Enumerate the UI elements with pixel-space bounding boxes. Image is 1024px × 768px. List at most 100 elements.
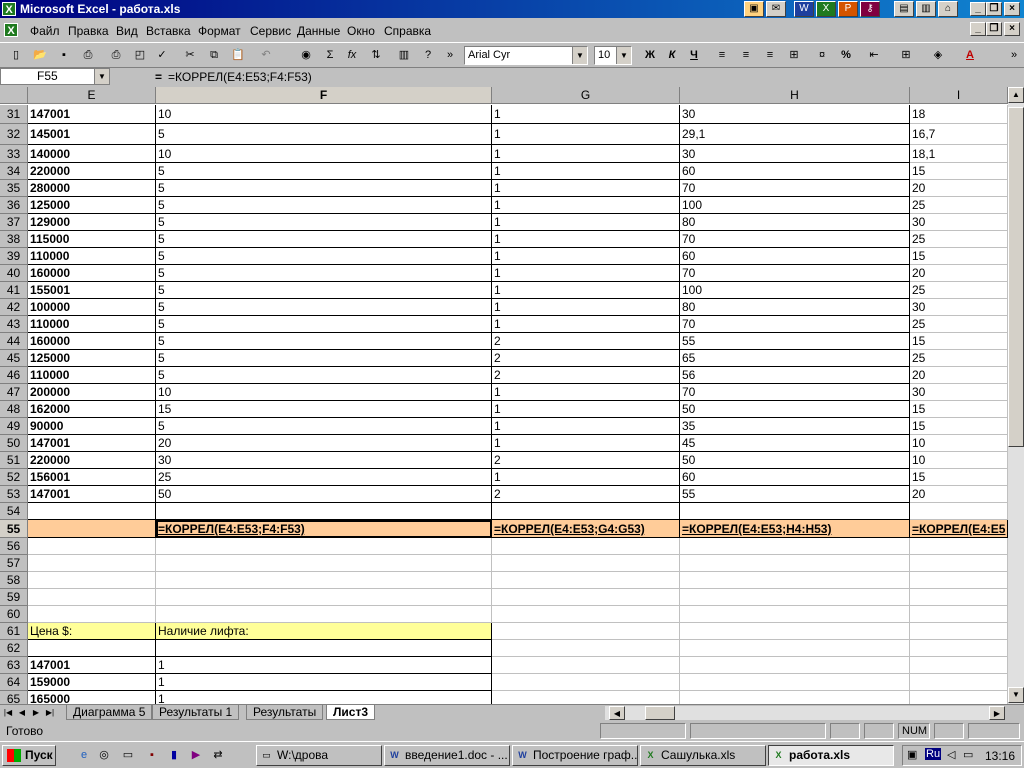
- cell-f48[interactable]: 15: [156, 401, 492, 418]
- cell-g47[interactable]: 1: [492, 384, 680, 401]
- cell-g58[interactable]: [492, 572, 680, 589]
- cell-g48[interactable]: 1: [492, 401, 680, 418]
- menu-file[interactable]: Файл: [30, 24, 60, 38]
- chart-wizard-icon[interactable]: ▥: [394, 46, 414, 65]
- row-header[interactable]: 36: [0, 197, 28, 214]
- align-right-icon[interactable]: ≡: [760, 46, 780, 65]
- cell-h35[interactable]: 70: [680, 180, 910, 197]
- minimize-button[interactable]: _: [970, 2, 986, 16]
- cell-e32[interactable]: 145001: [28, 124, 156, 145]
- cell-h57[interactable]: [680, 555, 910, 572]
- cell-h38[interactable]: 70: [680, 231, 910, 248]
- cell-e65[interactable]: 165000: [28, 691, 156, 704]
- word-icon[interactable]: W: [794, 1, 814, 17]
- cell-f49[interactable]: 5: [156, 418, 492, 435]
- menu-insert[interactable]: Вставка: [146, 24, 191, 38]
- next-sheet-icon[interactable]: ▶: [30, 706, 42, 719]
- sheet-tab-sheet3[interactable]: Лист3: [326, 705, 376, 720]
- row-header[interactable]: 55: [0, 520, 28, 538]
- underline-button[interactable]: Ч: [684, 46, 704, 65]
- name-box[interactable]: F55 ▼: [0, 68, 110, 85]
- book-icon[interactable]: ▮: [166, 747, 182, 763]
- sheet-tab-results1[interactable]: Результаты 1: [152, 705, 240, 720]
- cell-f64[interactable]: 1: [156, 674, 492, 691]
- row-header[interactable]: 64: [0, 674, 28, 691]
- language-indicator[interactable]: Ru: [925, 748, 942, 760]
- cell-e53[interactable]: 147001: [28, 486, 156, 503]
- row-header[interactable]: 60: [0, 606, 28, 623]
- binder-icon[interactable]: ▥: [916, 1, 936, 17]
- cell-i52[interactable]: 15: [910, 469, 1008, 486]
- cell-e57[interactable]: [28, 555, 156, 572]
- vertical-scrollbar[interactable]: ▲ ▼: [1008, 87, 1024, 704]
- cell-f62[interactable]: [156, 640, 492, 657]
- cell-f32[interactable]: 5: [156, 124, 492, 145]
- disk-icon[interactable]: ▪: [144, 747, 160, 763]
- cell-h46[interactable]: 56: [680, 367, 910, 384]
- row-header[interactable]: 41: [0, 282, 28, 299]
- cell-g40[interactable]: 1: [492, 265, 680, 282]
- cell-e47[interactable]: 200000: [28, 384, 156, 401]
- cell-e62[interactable]: [28, 640, 156, 657]
- sheet-tab-diagram5[interactable]: Диаграмма 5: [66, 705, 153, 720]
- document-icon[interactable]: X: [4, 23, 18, 37]
- cell-i65[interactable]: [910, 691, 1008, 704]
- cell-e59[interactable]: [28, 589, 156, 606]
- cell-h36[interactable]: 100: [680, 197, 910, 214]
- cell-e61[interactable]: Цена $:: [28, 623, 156, 640]
- cell-e48[interactable]: 162000: [28, 401, 156, 418]
- cell-i57[interactable]: [910, 555, 1008, 572]
- cell-g60[interactable]: [492, 606, 680, 623]
- cell-e31[interactable]: 147001: [28, 105, 156, 124]
- open-icon[interactable]: 📂: [30, 46, 50, 65]
- cell-f37[interactable]: 5: [156, 214, 492, 231]
- cell-f34[interactable]: 5: [156, 163, 492, 180]
- cell-g49[interactable]: 1: [492, 418, 680, 435]
- cell-e40[interactable]: 160000: [28, 265, 156, 282]
- cell-i33[interactable]: 18,1: [910, 145, 1008, 163]
- sheet-tab-results[interactable]: Результаты: [246, 705, 324, 720]
- doc-minimize-button[interactable]: _: [970, 22, 986, 36]
- cell-f53[interactable]: 50: [156, 486, 492, 503]
- cell-g45[interactable]: 2: [492, 350, 680, 367]
- cell-f54[interactable]: [156, 503, 492, 520]
- cell-f44[interactable]: 5: [156, 333, 492, 350]
- horizontal-scrollbar[interactable]: ◀ ▶: [605, 706, 1005, 720]
- row-header[interactable]: 61: [0, 623, 28, 640]
- chevron-down-icon[interactable]: ▼: [94, 69, 109, 84]
- cell-i47[interactable]: 30: [910, 384, 1008, 401]
- cell-e34[interactable]: 220000: [28, 163, 156, 180]
- row-header[interactable]: 32: [0, 124, 28, 145]
- powerpoint-icon[interactable]: P: [838, 1, 858, 17]
- cell-h61[interactable]: [680, 623, 910, 640]
- row-header[interactable]: 59: [0, 589, 28, 606]
- row-header[interactable]: 62: [0, 640, 28, 657]
- cell-h39[interactable]: 60: [680, 248, 910, 265]
- cell-h59[interactable]: [680, 589, 910, 606]
- cell-g62[interactable]: [492, 640, 680, 657]
- menu-window[interactable]: Окно: [347, 24, 375, 38]
- cell-f55[interactable]: =КОРРЕЛ(E4:E53;F4:F53): [156, 520, 492, 538]
- save-icon[interactable]: ▪: [54, 46, 74, 65]
- row-header[interactable]: 37: [0, 214, 28, 231]
- cell-e37[interactable]: 129000: [28, 214, 156, 231]
- cell-h50[interactable]: 45: [680, 435, 910, 452]
- cell-e52[interactable]: 156001: [28, 469, 156, 486]
- sort-icon[interactable]: ⇅: [366, 46, 386, 65]
- restore-button[interactable]: ❐: [986, 2, 1002, 16]
- cell-g42[interactable]: 1: [492, 299, 680, 316]
- cell-e43[interactable]: 110000: [28, 316, 156, 333]
- row-header[interactable]: 39: [0, 248, 28, 265]
- cell-g56[interactable]: [492, 538, 680, 555]
- cell-i48[interactable]: 15: [910, 401, 1008, 418]
- cell-i55[interactable]: =КОРРЕЛ(E4:E5: [910, 520, 1008, 538]
- prev-sheet-icon[interactable]: ◀: [16, 706, 28, 719]
- fill-color-icon[interactable]: ◈: [928, 46, 948, 65]
- cell-h53[interactable]: 55: [680, 486, 910, 503]
- cell-i35[interactable]: 20: [910, 180, 1008, 197]
- cell-g64[interactable]: [492, 674, 680, 691]
- h-scroll-thumb[interactable]: [645, 706, 675, 720]
- cell-i53[interactable]: 20: [910, 486, 1008, 503]
- cell-g57[interactable]: [492, 555, 680, 572]
- mailbox-icon[interactable]: ⌂: [938, 1, 958, 17]
